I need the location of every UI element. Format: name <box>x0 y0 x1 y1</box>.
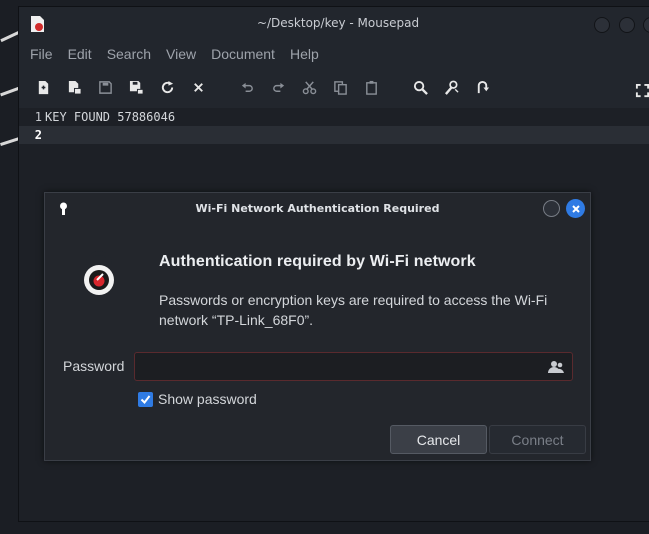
show-password-label[interactable]: Show password <box>158 391 257 407</box>
close-tab-icon[interactable] <box>187 76 209 98</box>
connect-button[interactable]: Connect <box>489 425 586 454</box>
window-title: ~/Desktop/key - Mousepad <box>256 16 420 30</box>
close-icon <box>571 204 580 213</box>
redo-icon[interactable] <box>267 76 289 98</box>
menu-view[interactable]: View <box>166 46 196 62</box>
new-window-icon[interactable] <box>63 76 85 98</box>
fullscreen-icon[interactable] <box>631 79 649 101</box>
toolbar <box>19 67 649 107</box>
window-titlebar[interactable]: ~/Desktop/key - Mousepad <box>19 7 649 41</box>
users-icon[interactable] <box>548 360 564 374</box>
menu-document[interactable]: Document <box>211 46 275 62</box>
password-input[interactable] <box>135 353 572 380</box>
editor-line[interactable]: 1 KEY FOUND 57886046 <box>19 108 649 126</box>
new-document-icon[interactable] <box>32 76 54 98</box>
dialog-title: Wi-Fi Network Authentication Required <box>195 202 440 215</box>
save-icon[interactable] <box>94 76 116 98</box>
go-to-line-icon[interactable] <box>471 76 493 98</box>
cancel-button[interactable]: Cancel <box>390 425 487 454</box>
cut-icon[interactable] <box>298 76 320 98</box>
menubar: File Edit Search View Document Help <box>19 41 649 67</box>
show-password-checkbox[interactable] <box>138 391 153 407</box>
dialog-titlebar[interactable]: Wi-Fi Network Authentication Required <box>45 193 590 223</box>
line-number: 2 <box>34 128 42 142</box>
wifi-security-icon <box>84 251 114 295</box>
find-icon[interactable] <box>409 76 431 98</box>
dialog-heading: Authentication required by Wi-Fi network <box>159 253 476 270</box>
find-replace-icon[interactable] <box>440 76 462 98</box>
close-window-button[interactable] <box>643 17 649 33</box>
minimize-button[interactable] <box>594 17 610 33</box>
menu-file[interactable]: File <box>30 46 53 62</box>
dialog-message: Passwords or encryption keys are require… <box>159 292 548 328</box>
paste-icon[interactable] <box>360 76 382 98</box>
show-password-toggle[interactable]: Show password <box>138 391 257 407</box>
desktop-background-streak <box>0 86 20 97</box>
undo-icon[interactable] <box>236 76 258 98</box>
wifi-auth-dialog: Wi-Fi Network Authentication Required Au… <box>44 192 591 461</box>
maximize-button[interactable] <box>619 17 635 33</box>
menu-edit[interactable]: Edit <box>68 46 92 62</box>
password-field[interactable] <box>134 352 573 381</box>
desktop-background-streak <box>0 136 20 147</box>
editor-line-current[interactable]: 2 <box>19 126 649 144</box>
checkmark-icon <box>140 394 151 404</box>
copy-icon[interactable] <box>329 76 351 98</box>
save-as-icon[interactable] <box>125 76 147 98</box>
dialog-minimize-button[interactable] <box>543 200 560 217</box>
line-text[interactable]: KEY FOUND 57886046 <box>45 110 175 124</box>
dialog-close-button[interactable] <box>566 199 585 218</box>
line-number: 1 <box>34 110 42 124</box>
menu-help[interactable]: Help <box>290 46 319 62</box>
reload-icon[interactable] <box>156 76 178 98</box>
desktop-background <box>0 30 20 43</box>
password-label: Password <box>63 358 125 374</box>
menu-search[interactable]: Search <box>107 46 151 62</box>
